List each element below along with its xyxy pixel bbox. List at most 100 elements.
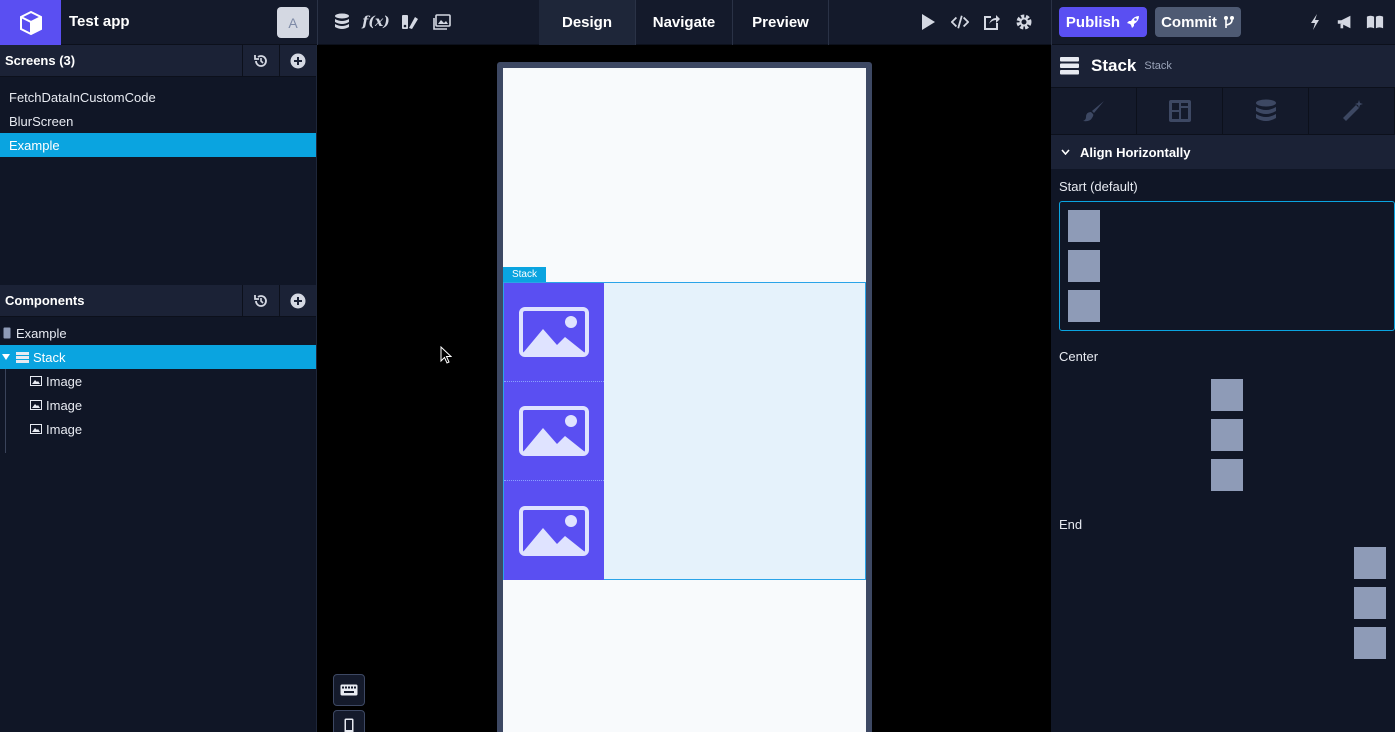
screens-history-button[interactable] [242,44,279,77]
add-component-button[interactable] [279,284,316,317]
component-name: Stack [1091,56,1137,75]
app-logo[interactable] [0,0,61,45]
history-icon [254,294,267,307]
phone-icon [344,718,354,732]
divider [317,0,318,45]
tab-design[interactable]: Design [539,0,636,45]
device-frame: Stack [497,62,872,732]
tab-style[interactable] [1051,88,1137,134]
commit-label: Commit [1161,13,1217,31]
publish-button[interactable]: Publish [1059,7,1147,37]
function-icon[interactable]: f(x) [362,12,390,32]
components-header: Components [0,284,316,317]
app-title: Test app [69,13,130,30]
tree-item-label: Image [46,397,83,413]
components-history-button[interactable] [242,284,279,317]
component-type: Stack [1144,60,1172,72]
tree-item-label: Image [46,373,83,389]
avatar-letter: A [288,14,298,31]
image-placeholder-icon [519,505,589,556]
tab-data[interactable] [1223,88,1309,134]
publish-label: Publish [1065,13,1121,31]
align-option-end[interactable] [1059,539,1395,669]
preview-block [1068,250,1100,282]
avatar[interactable]: A [277,7,309,38]
tab-layout[interactable] [1137,88,1223,134]
section-title: Align Horizontally [1080,144,1191,160]
screens-list: FetchDataInCustomCode BlurScreen Example [0,77,316,285]
stack-component[interactable] [503,282,866,580]
keyboard-icon [340,684,358,696]
database-icon[interactable] [333,12,351,32]
megaphone-icon[interactable] [1336,12,1354,32]
properties-header: Stack Stack [1051,45,1395,87]
tree-item-image[interactable]: Image [0,417,316,441]
stack-icon [16,351,29,363]
image-placeholder-icon [519,406,589,456]
play-icon[interactable] [919,12,937,32]
theme-icon[interactable] [401,12,419,32]
screen-item-blurscreen[interactable]: BlurScreen [0,109,316,133]
screens-header: Screens (3) [0,44,316,77]
rocket-icon [1127,16,1140,28]
preview-block [1068,210,1100,242]
left-panel: Screens (3) FetchDataInCustomCode BlurSc… [0,44,317,732]
add-screen-button[interactable] [279,44,316,77]
chevron-down-icon [1061,149,1070,155]
option-label-center: Center [1059,348,1099,364]
tab-actions[interactable] [1309,88,1395,134]
screen-item-fetchdataincustomcode[interactable]: FetchDataInCustomCode [0,85,316,109]
image-icon [30,376,42,386]
share-icon[interactable] [983,12,1001,32]
lightning-icon[interactable] [1306,12,1324,32]
image-icon [30,400,42,410]
phone-icon [3,327,11,339]
tab-preview[interactable]: Preview [733,0,829,45]
tree-item-example[interactable]: Example [0,321,316,345]
align-option-start[interactable] [1059,201,1395,331]
tab-navigate[interactable]: Navigate [636,0,733,45]
mode-tabs: Design Navigate Preview [539,0,829,45]
preview-block [1068,290,1100,322]
code-icon[interactable] [951,12,969,32]
tree-item-image[interactable]: Image [0,393,316,417]
option-label-start: Start (default) [1059,178,1138,194]
image-component[interactable] [504,481,604,580]
commit-button[interactable]: Commit [1155,7,1241,37]
preview-block [1354,587,1386,619]
align-option-center[interactable] [1059,371,1395,501]
screen-item-example[interactable]: Example [0,133,316,157]
align-horizontally-section[interactable]: Align Horizontally [1051,135,1395,169]
caret-down-icon [2,354,10,360]
media-assets-icon[interactable] [433,12,451,32]
component-tree: Example Stack Image Image Image [0,317,316,453]
image-icon [30,424,42,434]
divider [1051,0,1052,45]
layout-grid-icon [1168,100,1191,122]
docs-book-icon[interactable] [1366,12,1384,32]
keyboard-toggle-button[interactable] [333,674,365,706]
option-label-end: End [1059,516,1083,532]
tree-item-label: Image [46,421,83,437]
tree-item-label: Stack [33,349,66,365]
action-toolbar [919,12,1033,32]
tree-item-image[interactable]: Image [0,369,316,393]
preview-block [1211,419,1243,451]
tree-item-label: Example [16,325,67,341]
extra-toolbar [1306,12,1384,32]
screens-title: Screens (3) [5,53,76,68]
property-tabs [1051,87,1395,135]
device-screen[interactable]: Stack [503,68,866,732]
cube-logo-icon [19,10,42,35]
app-root: Test app A f(x) Design Navigate Preview [0,0,1395,732]
image-component[interactable] [504,283,604,382]
device-toggle-button[interactable] [333,710,365,732]
preview-block [1354,547,1386,579]
image-component[interactable] [504,382,604,481]
history-icon [254,54,267,67]
tree-item-stack[interactable]: Stack [0,345,316,369]
gear-icon[interactable] [1015,12,1033,32]
design-canvas[interactable]: Stack [317,45,1051,732]
plus-circle-icon [290,293,306,308]
stack-icon [1060,57,1079,75]
